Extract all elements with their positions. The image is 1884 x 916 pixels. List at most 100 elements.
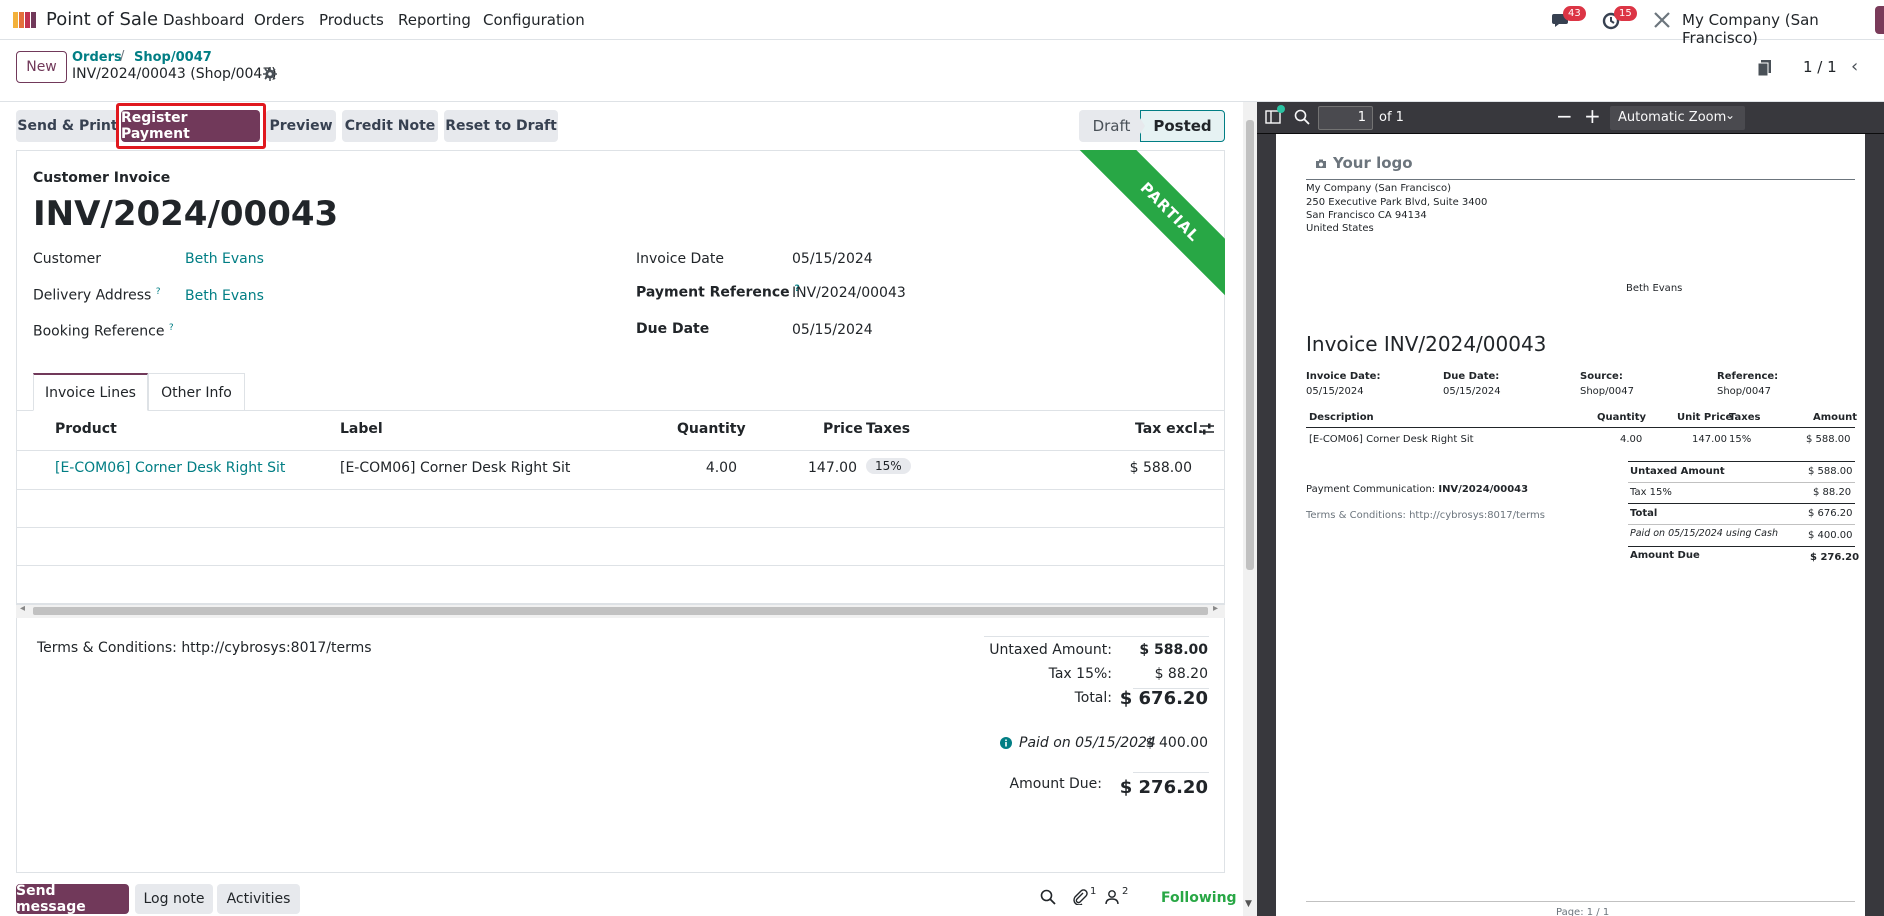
paperclip-icon[interactable] <box>1072 889 1088 905</box>
breadcrumb-separator: / <box>120 49 125 64</box>
zoom-in-icon[interactable]: + <box>1584 104 1601 128</box>
send-message-button[interactable]: Send message <box>16 883 129 915</box>
line-price[interactable]: 147.00 <box>797 460 857 476</box>
log-note-button[interactable]: Log note <box>135 884 213 914</box>
tab-other-info[interactable]: Other Info <box>148 373 245 411</box>
pdf-side-gutter <box>1866 134 1884 916</box>
app-name[interactable]: Point of Sale <box>46 9 158 30</box>
pdf-due-value: $ 276.20 <box>1810 552 1860 563</box>
followers-icon[interactable] <box>1104 889 1120 905</box>
untaxed-label: Untaxed Amount: <box>989 642 1112 658</box>
line-label[interactable]: [E-COM06] Corner Desk Right Sit <box>340 460 570 476</box>
pdf-company-line: United States <box>1306 223 1374 234</box>
info-icon[interactable] <box>1000 737 1012 749</box>
partial-ribbon: PARTIAL <box>1078 150 1225 297</box>
gear-icon[interactable] <box>263 67 277 81</box>
pdf-untaxed-value: $ 588.00 <box>1808 466 1853 477</box>
scroll-right-icon[interactable]: ▸ <box>1213 603 1218 614</box>
terms-conditions[interactable]: Terms & Conditions: http://cybrosys:8017… <box>37 640 372 656</box>
preview-button[interactable]: Preview <box>266 110 336 142</box>
line-quantity[interactable]: 4.00 <box>677 460 737 476</box>
optional-columns-icon[interactable] <box>1199 422 1215 436</box>
pdf-line-amount: $ 588.00 <box>1806 434 1851 445</box>
pdf-page <box>1276 134 1865 916</box>
horizontal-scrollbar-thumb[interactable] <box>33 607 1208 615</box>
total-label: Total: <box>1074 690 1112 706</box>
row-line <box>16 450 1225 451</box>
send-print-button[interactable]: Send & Print <box>16 110 119 142</box>
menu-configuration[interactable]: Configuration <box>483 11 585 29</box>
pdf-meta-label: Invoice Date: <box>1306 371 1381 382</box>
pdf-page-count: of 1 <box>1379 110 1404 125</box>
totals-divider <box>984 636 1209 637</box>
pdf-company-line: My Company (San Francisco) <box>1306 183 1451 194</box>
pdf-totals-line <box>1628 546 1855 547</box>
tools-icon[interactable] <box>1651 9 1673 31</box>
line-product[interactable]: [E-COM06] Corner Desk Right Sit <box>55 460 285 476</box>
line-subtotal: $ 588.00 <box>1129 460 1192 476</box>
following-button[interactable]: Following <box>1161 890 1237 906</box>
pdf-col-quantity: Quantity <box>1597 412 1646 423</box>
chevron-down-icon: ⌄ <box>1725 108 1736 122</box>
pdf-search-icon[interactable] <box>1294 109 1310 125</box>
pdf-footer-line <box>1306 901 1855 902</box>
search-icon[interactable] <box>1040 889 1056 905</box>
col-taxes[interactable]: Taxes <box>866 421 910 437</box>
pdf-company-line: San Francisco CA 94134 <box>1306 210 1427 221</box>
customer-link[interactable]: Beth Evans <box>185 251 264 267</box>
pdf-totals-line <box>1628 461 1855 462</box>
status-arrow <box>1135 110 1145 142</box>
row-line <box>16 565 1225 566</box>
payment-reference-value[interactable]: INV/2024/00043 <box>792 285 906 301</box>
col-product[interactable]: Product <box>55 421 117 437</box>
status-posted[interactable]: Posted <box>1140 110 1225 142</box>
ribbon-label: PARTIAL <box>1078 150 1225 297</box>
messages-badge: 43 <box>1563 6 1586 21</box>
payment-reference-label: Payment Reference ? <box>636 284 800 301</box>
attachments-count: 1 <box>1090 886 1097 897</box>
pdf-due-label: Amount Due <box>1630 550 1700 561</box>
pdf-paid-value: $ 400.00 <box>1808 530 1853 541</box>
col-price[interactable]: Price <box>823 421 863 437</box>
activities-button[interactable]: Activities <box>217 884 300 914</box>
due-date-value[interactable]: 05/15/2024 <box>792 322 873 338</box>
breadcrumb-orders[interactable]: Orders <box>72 50 122 65</box>
reset-to-draft-button[interactable]: Reset to Draft <box>444 110 558 142</box>
new-button[interactable]: New <box>16 51 67 83</box>
pos-app-icon[interactable] <box>12 9 38 31</box>
pdf-paid-label: Paid on 05/15/2024 using Cash <box>1630 528 1778 539</box>
pager-value[interactable]: 1 / 1 <box>1803 58 1837 76</box>
pdf-invoice-title: Invoice INV/2024/00043 <box>1306 332 1547 356</box>
menu-reporting[interactable]: Reporting <box>398 11 471 29</box>
menu-products[interactable]: Products <box>319 11 384 29</box>
credit-note-button[interactable]: Credit Note <box>342 110 438 142</box>
vertical-scrollbar-thumb[interactable] <box>1246 120 1254 570</box>
invoice-date-value[interactable]: 05/15/2024 <box>792 251 873 267</box>
col-label[interactable]: Label <box>340 421 383 437</box>
attachments-icon[interactable] <box>1757 59 1773 77</box>
menu-dashboard[interactable]: Dashboard <box>163 11 244 29</box>
pdf-col-unit-price: Unit Price <box>1677 412 1733 423</box>
menu-orders[interactable]: Orders <box>254 11 304 29</box>
scroll-left-icon[interactable]: ◂ <box>20 603 25 614</box>
highlight-box <box>116 103 266 149</box>
tab-invoice-lines[interactable]: Invoice Lines <box>33 373 148 411</box>
breadcrumb-shop[interactable]: Shop/0047 <box>134 50 212 65</box>
delivery-address-link[interactable]: Beth Evans <box>185 288 264 304</box>
amount-due-divider <box>1133 772 1209 773</box>
col-quantity[interactable]: Quantity <box>677 421 746 437</box>
pdf-meta-value: 05/15/2024 <box>1306 386 1364 397</box>
scroll-down-icon[interactable]: ▼ <box>1245 899 1252 909</box>
col-tax-excl[interactable]: Tax excl. <box>1135 421 1203 437</box>
zoom-out-icon[interactable]: − <box>1556 104 1573 128</box>
line-tax-badge[interactable]: 15% <box>866 458 911 474</box>
pdf-page-number-input[interactable]: 1 <box>1318 106 1373 130</box>
booking-reference-label: Booking Reference ? <box>33 323 174 340</box>
pdf-meta-value: 05/15/2024 <box>1443 386 1501 397</box>
user-avatar[interactable] <box>1875 6 1884 34</box>
pdf-line-quantity: 4.00 <box>1620 434 1643 445</box>
company-switcher[interactable]: My Company (San Francisco) <box>1682 11 1884 47</box>
customer-label: Customer <box>33 251 102 267</box>
invoice-date-label: Invoice Date <box>636 251 724 267</box>
pager-prev-icon[interactable]: ‹ <box>1851 56 1858 77</box>
